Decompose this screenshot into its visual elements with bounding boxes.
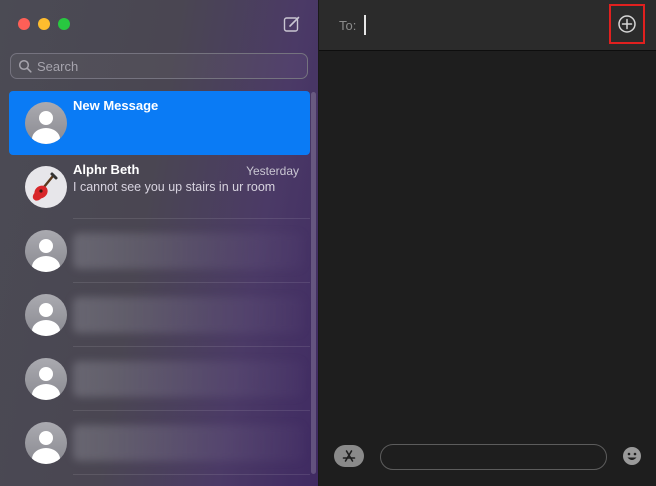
conversation-time: Yesterday [246,164,299,178]
emoji-button[interactable] [622,446,642,466]
recipient-input[interactable] [364,15,366,35]
conversation-preview: I cannot see you up stairs in ur room [73,180,276,194]
guitar-icon [25,166,67,208]
conversation-blurred[interactable] [9,219,310,283]
message-input[interactable] [380,444,607,470]
sidebar: New Message Alphr Beth Yesterday I canno… [0,0,319,486]
avatar [25,102,67,144]
emoji-icon [623,447,641,465]
add-contact-button[interactable] [609,4,645,44]
app-store-icon [342,450,356,462]
conversation-blurred[interactable] [9,283,310,347]
plus-circle-icon [618,15,636,33]
recipient-bar: To: [319,0,656,51]
search-field[interactable] [10,53,308,79]
avatar [25,294,67,336]
compose-icon[interactable] [282,14,302,34]
conversation-alphr-beth[interactable]: Alphr Beth Yesterday I cannot see you up… [9,155,310,219]
conversation-blurred[interactable] [9,411,310,475]
app-store-button[interactable] [334,445,364,467]
conversation-blurred[interactable] [9,347,310,411]
close-window-button[interactable] [18,18,30,30]
conversation-name: Alphr Beth [73,162,140,177]
window-controls [18,18,70,30]
conversation-pane: To: [319,0,656,486]
messages-window: New Message Alphr Beth Yesterday I canno… [0,0,656,486]
to-label: To: [339,18,357,33]
search-input[interactable] [37,58,297,74]
conversation-new-message[interactable]: New Message [9,91,310,155]
sidebar-scrollbar[interactable] [311,92,316,474]
search-icon [18,59,32,73]
conversation-name: New Message [73,98,159,113]
minimize-window-button[interactable] [38,18,50,30]
avatar [25,422,67,464]
avatar [25,230,67,272]
conversation-list: New Message Alphr Beth Yesterday I canno… [9,91,310,475]
zoom-window-button[interactable] [58,18,70,30]
avatar [25,358,67,400]
